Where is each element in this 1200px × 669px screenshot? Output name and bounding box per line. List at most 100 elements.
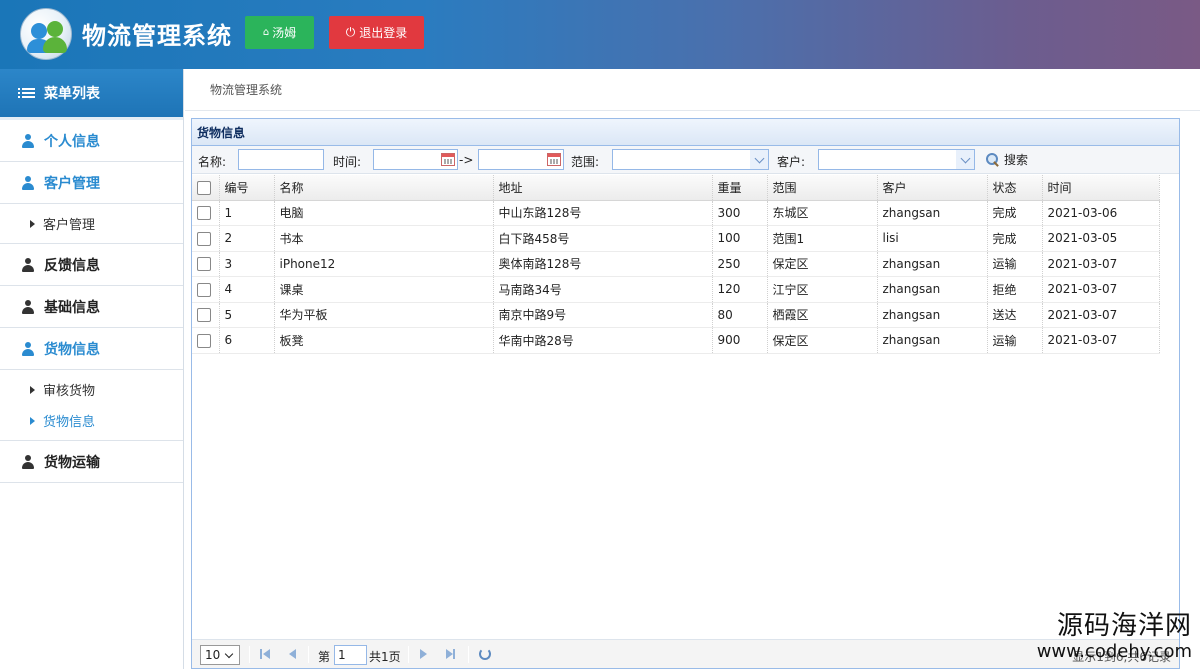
sidebar-subitem-goods-info[interactable]: 货物信息 <box>0 405 183 436</box>
last-page-arrow-icon[interactable] <box>446 649 453 659</box>
col-header[interactable]: 时间 <box>1042 175 1160 201</box>
row-checkbox[interactable] <box>197 257 211 271</box>
sidebar-item-personal[interactable]: 个人信息 <box>0 120 183 162</box>
row-checkbox-cell <box>192 302 220 328</box>
sidebar-item-customer[interactable]: 客户管理 <box>0 162 183 204</box>
cell: 华为平板 <box>274 302 494 328</box>
row-checkbox[interactable] <box>197 231 211 246</box>
cell: 完成 <box>987 200 1043 226</box>
refresh-icon[interactable] <box>479 648 491 660</box>
sidebar-subitem-label: 货物信息 <box>43 415 96 430</box>
sidebar-item-goods[interactable]: 货物信息 <box>0 328 183 370</box>
start-date-input[interactable] <box>373 149 458 170</box>
page-number-input[interactable]: 1 <box>334 645 367 665</box>
select-all-checkbox[interactable] <box>197 180 211 195</box>
col-header[interactable]: 状态 <box>987 175 1043 201</box>
first-page-icon[interactable] <box>260 649 262 659</box>
user-button[interactable]: ⌂ 汤姆 <box>245 16 314 49</box>
cell: 华南中路28号 <box>493 327 713 354</box>
calendar-icon[interactable] <box>441 153 455 166</box>
user-button-label: 汤姆 <box>272 26 297 40</box>
user-icon <box>22 299 34 314</box>
table-row[interactable]: 4 课桌 马南路34号 120 江宁区 zhangsan 拒绝 2021-03-… <box>192 276 1160 303</box>
cell: zhangsan <box>877 251 988 277</box>
row-checkbox[interactable] <box>197 206 211 220</box>
last-page-icon[interactable] <box>453 649 455 659</box>
name-label: 名称: <box>198 155 227 169</box>
row-checkbox[interactable] <box>197 333 211 348</box>
customer-submenu: 客户管理 <box>0 204 183 244</box>
pager-separator <box>249 646 250 663</box>
cell: 东城区 <box>767 200 878 226</box>
search-icon <box>986 153 999 166</box>
sidebar-item-feedback[interactable]: 反馈信息 <box>0 244 183 286</box>
name-input[interactable] <box>238 149 324 170</box>
range-select[interactable] <box>612 149 769 170</box>
sidebar-subitem-customer[interactable]: 客户管理 <box>0 208 183 239</box>
cell: 250 <box>712 251 768 277</box>
cell: 栖霞区 <box>767 302 878 328</box>
sidebar-item-transport[interactable]: 货物运输 <box>0 441 183 483</box>
first-page-arrow-icon[interactable] <box>263 649 270 659</box>
cell: 完成 <box>987 225 1043 252</box>
customer-select[interactable] <box>818 149 975 170</box>
row-checkbox[interactable] <box>197 308 211 322</box>
sidebar-item-label: 反馈信息 <box>44 257 100 274</box>
col-header[interactable]: 名称 <box>274 175 494 201</box>
customer-label: 客户: <box>777 155 806 169</box>
row-checkbox-cell <box>192 327 220 354</box>
goods-panel: 货物信息 名称: 时间: -> 范围: 客户: 搜索 编号 名称 地址 重量 范… <box>191 118 1180 669</box>
table-row[interactable]: 1 电脑 中山东路128号 300 东城区 zhangsan 完成 2021-0… <box>192 200 1160 226</box>
table-row[interactable]: 6 板凳 华南中路28号 900 保定区 zhangsan 运输 2021-03… <box>192 327 1160 354</box>
row-checkbox[interactable] <box>197 282 211 297</box>
chevron-down-icon[interactable] <box>956 150 974 169</box>
search-button[interactable]: 搜索 <box>986 151 1028 168</box>
sidebar-item-basic[interactable]: 基础信息 <box>0 286 183 328</box>
cell: 2 <box>219 225 275 252</box>
pager-separator <box>308 646 309 663</box>
cell: 中山东路128号 <box>493 200 713 226</box>
table-row[interactable]: 2 书本 白下路458号 100 范围1 lisi 完成 2021-03-05 <box>192 225 1160 252</box>
cell: 马南路34号 <box>493 276 713 303</box>
end-date-input[interactable] <box>478 149 564 170</box>
panel-title: 货物信息 <box>192 119 1179 146</box>
cell: 3 <box>219 251 275 277</box>
prev-page-icon[interactable] <box>289 649 296 659</box>
menu-header: 菜单列表 <box>0 69 183 120</box>
page-total: 共1页 <box>369 650 401 664</box>
user-icon <box>22 454 34 469</box>
goods-submenu: 审核货物 货物信息 <box>0 370 183 441</box>
cell: 运输 <box>987 327 1043 354</box>
sidebar-subitem-review[interactable]: 审核货物 <box>0 374 183 405</box>
watermark-line1: 源码海洋网 <box>1056 611 1192 641</box>
cell: 2021-03-07 <box>1042 302 1160 328</box>
user-icon <box>22 175 34 190</box>
search-button-label: 搜索 <box>1004 153 1029 167</box>
goods-table: 编号 名称 地址 重量 范围 客户 状态 时间 1 电脑 中山东路128号 30… <box>192 175 1160 354</box>
cell: 6 <box>219 327 275 354</box>
col-header[interactable]: 范围 <box>767 175 878 201</box>
logout-button-label: 退出登录 <box>359 26 408 40</box>
col-header[interactable]: 编号 <box>219 175 275 201</box>
page-size-select[interactable]: 10 <box>200 645 240 665</box>
sidebar-item-label: 个人信息 <box>44 133 100 150</box>
cell: 运输 <box>987 251 1043 277</box>
cell: 100 <box>712 225 768 252</box>
table-row[interactable]: 3 iPhone12 奥体南路128号 250 保定区 zhangsan 运输 … <box>192 251 1160 277</box>
cell: 900 <box>712 327 768 354</box>
cell: 300 <box>712 200 768 226</box>
chevron-down-icon[interactable] <box>750 150 768 169</box>
col-header[interactable]: 客户 <box>877 175 988 201</box>
next-page-icon[interactable] <box>420 649 427 659</box>
col-header[interactable]: 地址 <box>493 175 713 201</box>
cell: 奥体南路128号 <box>493 251 713 277</box>
cell: 送达 <box>987 302 1043 328</box>
top-header: 物流管理系统 ⌂ 汤姆 ⏻ 退出登录 <box>0 0 1200 69</box>
table-header-row: 编号 名称 地址 重量 范围 客户 状态 时间 <box>192 175 1160 201</box>
calendar-icon[interactable] <box>547 153 561 166</box>
col-header[interactable]: 重量 <box>712 175 768 201</box>
user-icon <box>22 257 34 272</box>
cell: 1 <box>219 200 275 226</box>
table-row[interactable]: 5 华为平板 南京中路9号 80 栖霞区 zhangsan 送达 2021-03… <box>192 302 1160 328</box>
logout-button[interactable]: ⏻ 退出登录 <box>329 16 424 49</box>
